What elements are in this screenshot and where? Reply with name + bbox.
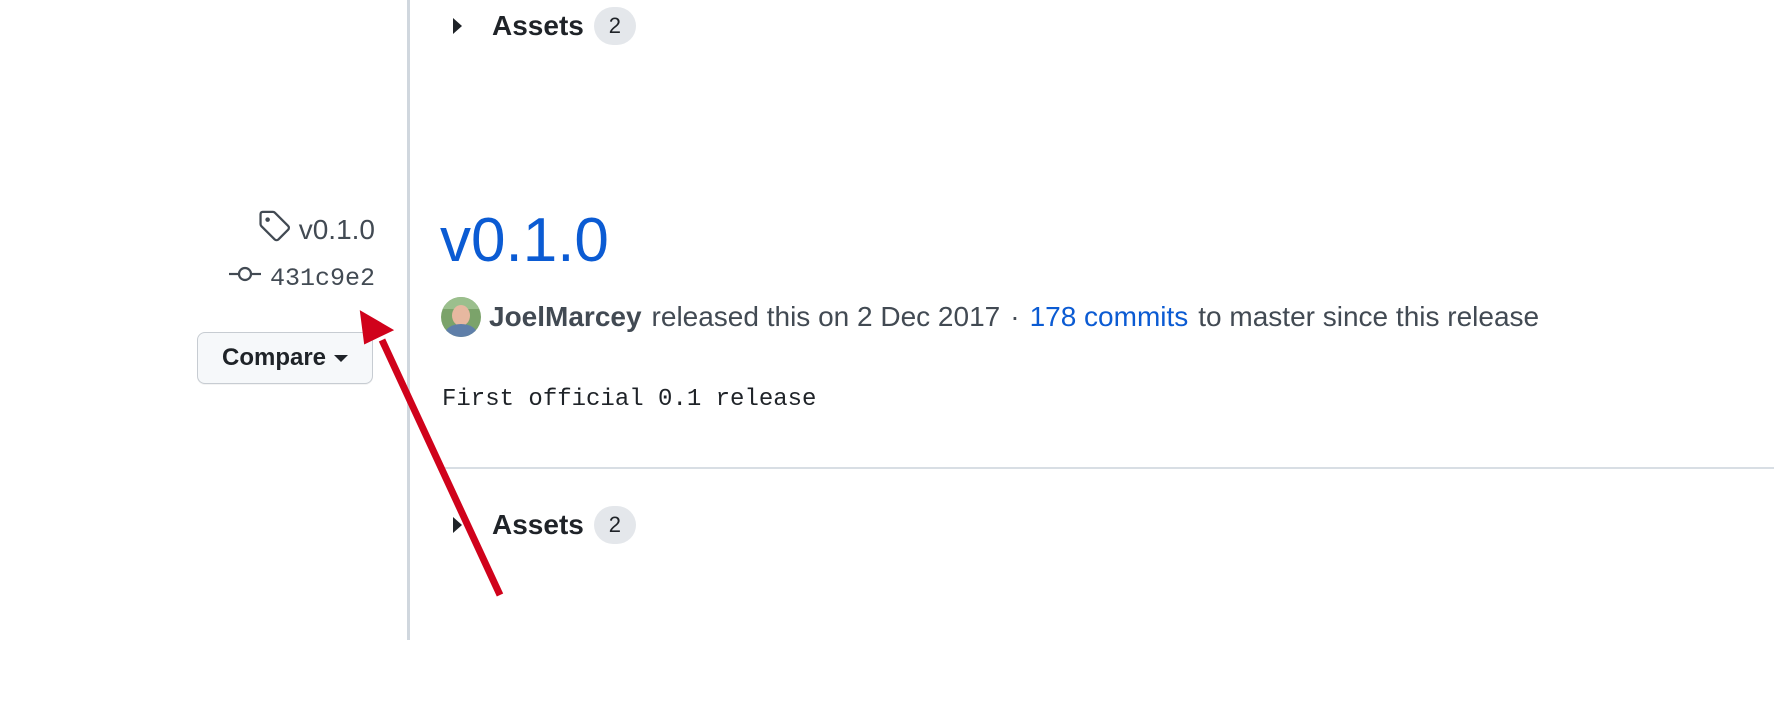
release-title-link[interactable]: v0.1.0	[440, 203, 609, 279]
tag-label: v0.1.0	[298, 213, 375, 245]
compare-label: Compare	[221, 344, 327, 371]
assets-count-badge: 2	[593, 7, 636, 45]
release-notes: First official 0.1 release	[442, 386, 817, 413]
chevron-down-icon	[334, 354, 349, 362]
caret-right-icon[interactable]	[453, 517, 462, 533]
timeline-divider	[407, 0, 410, 640]
assets-label: Assets	[492, 10, 584, 41]
assets-count-badge: 2	[593, 506, 636, 544]
section-divider	[440, 467, 1774, 469]
caret-right-icon[interactable]	[453, 18, 462, 34]
avatar[interactable]	[441, 297, 481, 337]
meta-separator: ·	[1010, 301, 1020, 332]
previous-assets-toggle[interactable]: Assets 2	[448, 4, 636, 48]
author-link[interactable]: JoelMarcey	[489, 301, 642, 333]
assets-label: Assets	[492, 509, 584, 540]
release-commit-link[interactable]: 431c9e2	[228, 262, 375, 294]
tag-icon	[257, 209, 291, 250]
git-commit-icon	[228, 262, 262, 294]
release-tag-link[interactable]: v0.1.0	[257, 209, 375, 250]
since-text: to master since this release	[1198, 301, 1540, 332]
release-meta: JoelMarcey released this on 2 Dec 2017 ·…	[441, 297, 1539, 337]
commit-sha: 431c9e2	[269, 263, 375, 293]
released-text: released this on 2 Dec 2017	[651, 301, 1001, 332]
compare-button[interactable]: Compare	[197, 332, 373, 384]
commits-link[interactable]: 178 commits	[1030, 301, 1189, 333]
release-assets-toggle[interactable]: Assets 2	[448, 503, 636, 547]
